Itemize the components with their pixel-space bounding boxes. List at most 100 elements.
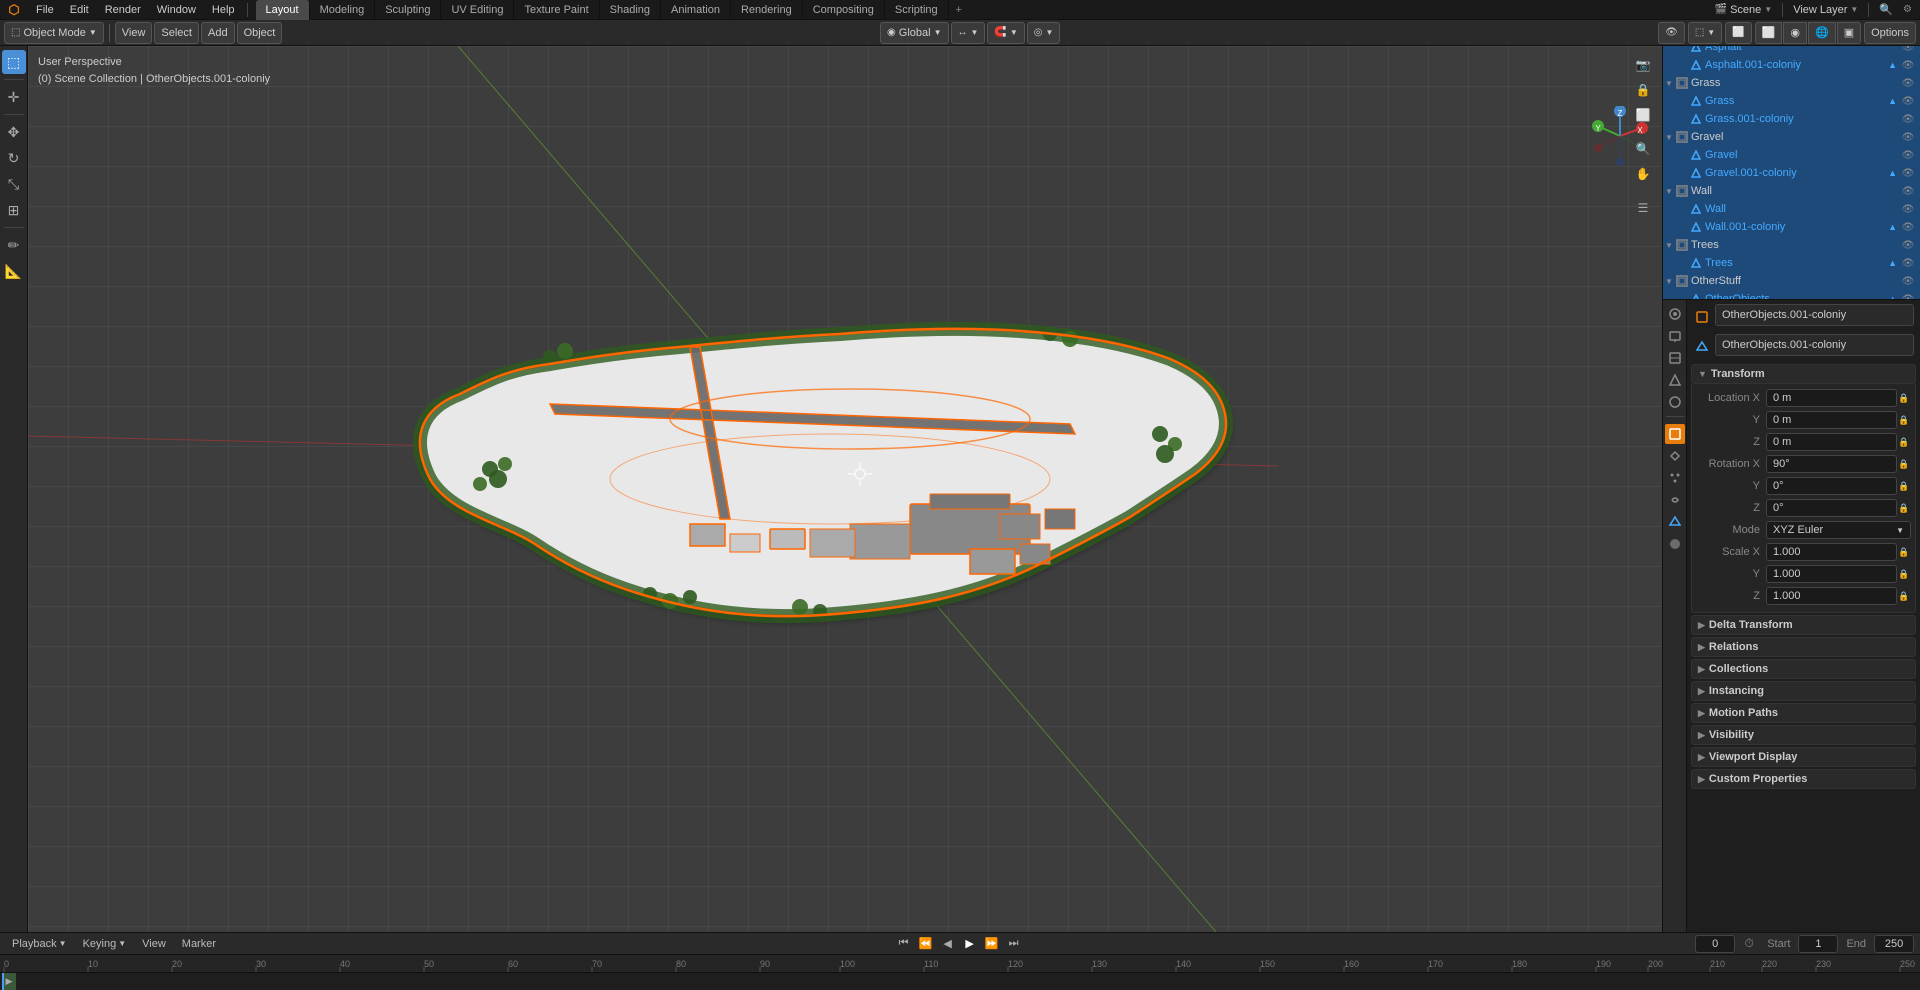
viewport-shading-btn[interactable]: 👁: [1658, 22, 1685, 44]
visibility-icon[interactable]: 👁: [1900, 201, 1916, 217]
keying-menu[interactable]: Keying ▼: [77, 933, 133, 955]
visibility-icon[interactable]: 👁: [1900, 57, 1916, 73]
options-menu[interactable]: Options: [1864, 22, 1916, 44]
rendered-shading[interactable]: 🌐: [1808, 22, 1836, 44]
tab-scripting[interactable]: Scripting: [885, 0, 949, 20]
search-button[interactable]: 🔍: [1873, 1, 1899, 19]
object-menu[interactable]: Object: [237, 22, 283, 44]
expand-icon[interactable]: ▼: [1663, 128, 1675, 146]
location-z-field[interactable]: 0 m: [1766, 433, 1897, 451]
solid-shading[interactable]: ⬜: [1755, 22, 1783, 44]
start-frame-input[interactable]: 1: [1798, 935, 1838, 953]
tree-item-gravel[interactable]: Gravel 👁: [1663, 146, 1920, 164]
measure-tool[interactable]: 📐: [2, 259, 26, 283]
rotation-y-field[interactable]: 0°: [1766, 477, 1897, 495]
select-tool[interactable]: ⬚: [2, 50, 26, 74]
visibility-icon[interactable]: 👁: [1900, 291, 1916, 299]
end-frame-input[interactable]: 250: [1874, 935, 1914, 953]
visibility-icon[interactable]: 👁: [1900, 237, 1916, 253]
object-data-name-field[interactable]: OtherObjects.001-coloniy: [1715, 334, 1914, 356]
expand-icon[interactable]: ▼: [1663, 74, 1675, 92]
tab-shading[interactable]: Shading: [600, 0, 661, 20]
scene-selector[interactable]: 🎬 Scene ▼: [1709, 1, 1779, 19]
jump-end-button[interactable]: ⏭: [1005, 935, 1023, 953]
render-props-icon[interactable]: [1665, 304, 1685, 324]
next-keyframe-button[interactable]: ⏩: [983, 935, 1001, 953]
timeline-ruler[interactable]: 0 10 20 30 40 50 60 70 80 90 100 110: [0, 955, 1920, 973]
output-props-icon[interactable]: [1665, 326, 1685, 346]
tab-animation[interactable]: Animation: [661, 0, 731, 20]
lock-icon[interactable]: 🔒: [1897, 481, 1911, 492]
tab-compositing[interactable]: Compositing: [803, 0, 885, 20]
expand-icon[interactable]: ▼: [1663, 182, 1675, 200]
tab-layout[interactable]: Layout: [256, 0, 310, 20]
view-layer-props-icon[interactable]: [1665, 348, 1685, 368]
motion-paths-header[interactable]: ▶ Motion Paths: [1691, 703, 1916, 723]
nav-hand-icon[interactable]: ✋: [1632, 163, 1654, 185]
instancing-header[interactable]: ▶ Instancing: [1691, 681, 1916, 701]
menu-edit[interactable]: Edit: [62, 0, 97, 20]
tree-item-gravel-001[interactable]: Gravel.001-coloniy ▲ 👁: [1663, 164, 1920, 182]
add-workspace-button[interactable]: +: [949, 0, 969, 20]
tree-item-otherobjects[interactable]: OtherObjects ▲ 👁: [1663, 290, 1920, 299]
lock-icon[interactable]: 🔒: [1897, 437, 1911, 448]
scale-y-field[interactable]: 1.000: [1766, 565, 1897, 583]
lock-icon[interactable]: 🔒: [1897, 503, 1911, 514]
location-y-field[interactable]: 0 m: [1766, 411, 1897, 429]
tree-item-gravel-collection[interactable]: ▼ Gravel 👁: [1663, 128, 1920, 146]
tree-item-wall-001[interactable]: Wall.001-coloniy ▲ 👁: [1663, 218, 1920, 236]
object-name-field[interactable]: OtherObjects.001-coloniy: [1715, 304, 1914, 326]
particles-props-icon[interactable]: [1665, 468, 1685, 488]
visibility-icon[interactable]: 👁: [1900, 255, 1916, 271]
transform-tool[interactable]: ⊞: [2, 198, 26, 222]
lock-camera-icon[interactable]: 🔒: [1632, 79, 1654, 101]
visibility-icon[interactable]: 👁: [1900, 93, 1916, 109]
view-layer-selector[interactable]: View Layer ▼: [1787, 1, 1864, 19]
camera-view-icon[interactable]: 📷: [1632, 54, 1654, 76]
material-shading[interactable]: ◉: [1783, 22, 1807, 44]
material-props-icon[interactable]: [1665, 534, 1685, 554]
transform-pivot[interactable]: ↔ ▼: [951, 22, 986, 44]
data-props-icon[interactable]: [1665, 512, 1685, 532]
tree-item-wall-collection[interactable]: ▼ Wall 👁: [1663, 182, 1920, 200]
visibility-icon[interactable]: 👁: [1900, 219, 1916, 235]
visibility-header[interactable]: ▶ Visibility: [1691, 725, 1916, 745]
play-button[interactable]: ▶: [961, 935, 979, 953]
jump-start-button[interactable]: ⏮: [895, 935, 913, 953]
scale-x-field[interactable]: 1.000: [1766, 543, 1897, 561]
location-x-field[interactable]: 0 m: [1766, 389, 1897, 407]
tab-texture-paint[interactable]: Texture Paint: [514, 0, 599, 20]
constraints-props-icon[interactable]: [1665, 490, 1685, 510]
prev-keyframe-button[interactable]: ⏪: [917, 935, 935, 953]
tab-uv-editing[interactable]: UV Editing: [441, 0, 514, 20]
select-menu[interactable]: Select: [154, 22, 199, 44]
tab-rendering[interactable]: Rendering: [731, 0, 803, 20]
visibility-icon[interactable]: 👁: [1900, 147, 1916, 163]
move-tool[interactable]: ✥: [2, 120, 26, 144]
collections-header[interactable]: ▶ Collections: [1691, 659, 1916, 679]
tree-item-wall[interactable]: Wall 👁: [1663, 200, 1920, 218]
relations-header[interactable]: ▶ Relations: [1691, 637, 1916, 657]
tree-item-grass-001[interactable]: Grass.001-coloniy 👁: [1663, 110, 1920, 128]
snap-toggle[interactable]: 🧲 ▼: [987, 22, 1024, 44]
toggle-perspective-icon[interactable]: ⬜: [1632, 104, 1654, 126]
collections-toggle-icon[interactable]: ☰: [1632, 197, 1654, 219]
tab-modeling[interactable]: Modeling: [310, 0, 376, 20]
lock-icon[interactable]: 🔒: [1897, 591, 1911, 602]
rotation-mode-dropdown[interactable]: XYZ Euler ▼: [1766, 521, 1911, 539]
wireframe-shading[interactable]: ▣: [1837, 22, 1861, 44]
scale-tool[interactable]: ⤡: [2, 172, 26, 196]
object-props-icon[interactable]: [1665, 424, 1685, 444]
tree-item-asphalt-001[interactable]: Asphalt.001-coloniy ▲ 👁: [1663, 56, 1920, 74]
xray-toggle[interactable]: ⬜: [1725, 22, 1751, 44]
lock-icon[interactable]: 🔒: [1897, 569, 1911, 580]
rotate-tool[interactable]: ↻: [2, 146, 26, 170]
rotation-z-field[interactable]: 0°: [1766, 499, 1897, 517]
scene-props-icon[interactable]: [1665, 370, 1685, 390]
world-props-icon[interactable]: [1665, 392, 1685, 412]
add-menu[interactable]: Add: [201, 22, 235, 44]
menu-help[interactable]: Help: [204, 0, 243, 20]
object-mode-dropdown[interactable]: ⬚ Object Mode ▼: [4, 22, 104, 44]
expand-icon[interactable]: ▼: [1663, 236, 1675, 254]
annotate-tool[interactable]: ✏: [2, 233, 26, 257]
